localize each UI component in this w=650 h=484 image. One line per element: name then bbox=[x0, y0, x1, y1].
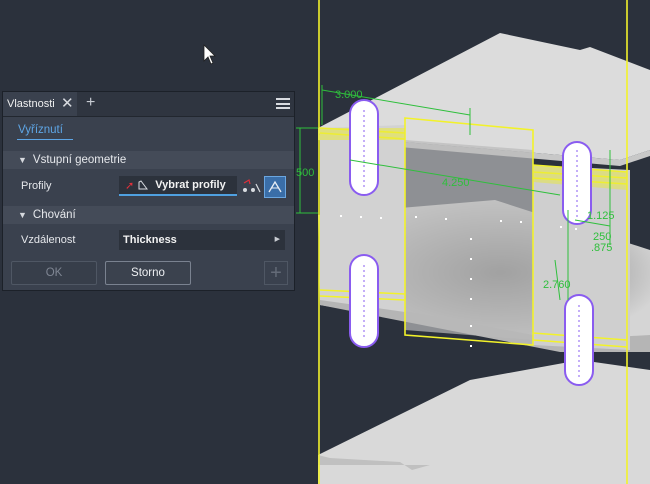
cancel-button[interactable]: Storno bbox=[105, 261, 191, 285]
tab-cut-underline bbox=[17, 139, 73, 140]
tab-properties[interactable]: Vlastnosti ✕ bbox=[3, 92, 77, 116]
tab-properties-label: Vlastnosti bbox=[7, 98, 55, 110]
distance-label: Vzdálenost bbox=[21, 234, 76, 246]
section-behavior-title: Chování bbox=[32, 209, 76, 221]
profiles-label: Profily bbox=[21, 180, 52, 192]
hamburger-menu-icon[interactable] bbox=[276, 98, 290, 109]
section-input-geometry-title: Vstupní geometrie bbox=[32, 154, 127, 166]
dim-1125[interactable]: 1.125 bbox=[587, 210, 615, 222]
panel-tab-bar: Vlastnosti ✕ + bbox=[3, 92, 294, 117]
dim-500[interactable]: 500 bbox=[296, 167, 314, 179]
distance-value: Thickness bbox=[123, 234, 177, 246]
dropdown-arrow-icon[interactable]: ▶ bbox=[275, 235, 280, 243]
ok-button[interactable]: OK bbox=[11, 261, 97, 285]
profile-options-icon[interactable] bbox=[241, 178, 261, 196]
dim-3000[interactable]: 3.000 bbox=[335, 89, 363, 101]
properties-panel: Vlastnosti ✕ + Vyříznutí ▼ Vstupní geome… bbox=[2, 91, 295, 291]
distance-dropdown[interactable]: Thickness ▶ bbox=[119, 230, 285, 250]
mouse-cursor-icon bbox=[203, 44, 216, 65]
dim-2760[interactable]: 2.760 bbox=[543, 279, 571, 291]
auto-select-toggle-icon[interactable] bbox=[264, 176, 286, 198]
select-profiles-label: Vybrat profily bbox=[155, 179, 226, 191]
tab-cut[interactable]: Vyříznutí bbox=[18, 124, 63, 136]
dim-875[interactable]: .875 bbox=[591, 242, 612, 254]
section-input-geometry[interactable]: ▼ Vstupní geometrie bbox=[3, 151, 294, 169]
cursor-arrow-icon: ➚ bbox=[125, 179, 135, 192]
section-behavior[interactable]: ▼ Chování bbox=[3, 206, 294, 224]
apply-plus-button[interactable]: + bbox=[264, 261, 288, 285]
add-tab-icon[interactable]: + bbox=[86, 95, 95, 111]
select-profiles-button[interactable]: ➚ Vybrat profily bbox=[119, 176, 237, 196]
close-icon[interactable]: ✕ bbox=[61, 96, 74, 111]
profile-shape-icon bbox=[138, 180, 149, 190]
bottom-plate bbox=[318, 360, 650, 484]
collapse-triangle-icon: ▼ bbox=[18, 210, 27, 220]
center-recess bbox=[405, 140, 533, 340]
dim-4250[interactable]: 4.250 bbox=[442, 177, 470, 189]
collapse-triangle-icon: ▼ bbox=[18, 155, 27, 165]
